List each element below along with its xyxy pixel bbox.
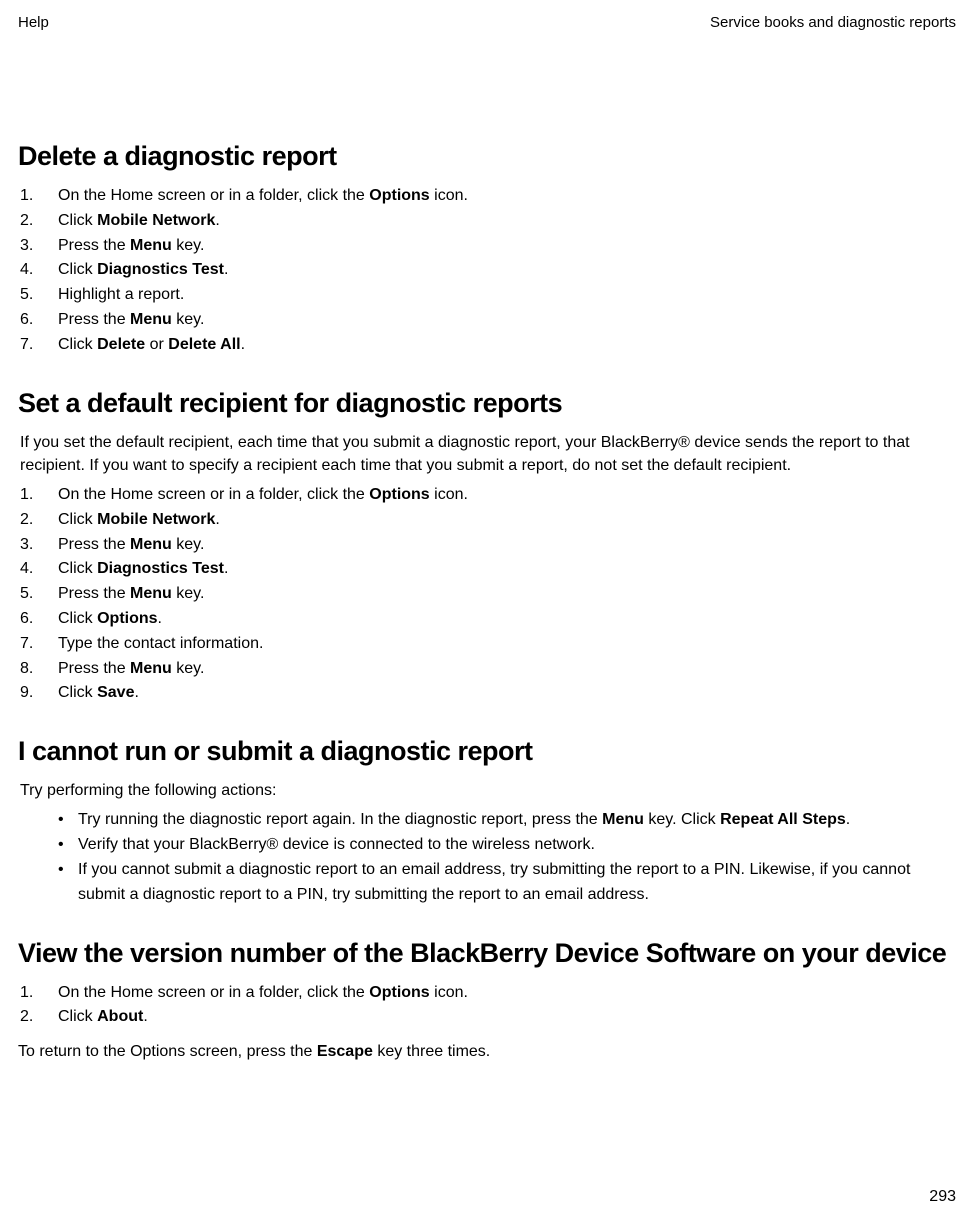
- list-item: Press the Menu key.: [18, 234, 956, 259]
- list-item: Click Diagnostics Test.: [18, 557, 956, 582]
- list-item: Press the Menu key.: [18, 308, 956, 333]
- list-item: Click Save.: [18, 681, 956, 706]
- section-cannot-run: I cannot run or submit a diagnostic repo…: [18, 736, 956, 907]
- heading-delete: Delete a diagnostic report: [18, 141, 956, 172]
- list-item: Verify that your BlackBerry® device is c…: [18, 833, 956, 858]
- header-right: Service books and diagnostic reports: [710, 14, 956, 31]
- list-item: Press the Menu key.: [18, 533, 956, 558]
- intro-cannot: Try performing the following actions:: [20, 779, 956, 802]
- list-item: Click Mobile Network.: [18, 209, 956, 234]
- list-item: Press the Menu key.: [18, 657, 956, 682]
- heading-version: View the version number of the BlackBerr…: [18, 938, 956, 969]
- steps-delete: On the Home screen or in a folder, click…: [18, 184, 956, 358]
- steps-recipient: On the Home screen or in a folder, click…: [18, 483, 956, 706]
- steps-version: On the Home screen or in a folder, click…: [18, 981, 956, 1031]
- section-delete-report: Delete a diagnostic report On the Home s…: [18, 141, 956, 358]
- tail-version: To return to the Options screen, press t…: [18, 1040, 956, 1063]
- list-item: Click Mobile Network.: [18, 508, 956, 533]
- section-default-recipient: Set a default recipient for diagnostic r…: [18, 388, 956, 707]
- list-item: On the Home screen or in a folder, click…: [18, 483, 956, 508]
- list-item: Type the contact information.: [18, 632, 956, 657]
- list-item: Click About.: [18, 1005, 956, 1030]
- intro-recipient: If you set the default recipient, each t…: [20, 431, 956, 477]
- list-item: Press the Menu key.: [18, 582, 956, 607]
- list-item: Try running the diagnostic report again.…: [18, 808, 956, 833]
- page-number: 293: [929, 1188, 956, 1206]
- heading-recipient: Set a default recipient for diagnostic r…: [18, 388, 956, 419]
- list-item: Click Delete or Delete All.: [18, 333, 956, 358]
- page-header: Help Service books and diagnostic report…: [18, 14, 956, 31]
- list-item: On the Home screen or in a folder, click…: [18, 184, 956, 209]
- list-item: Click Options.: [18, 607, 956, 632]
- heading-cannot: I cannot run or submit a diagnostic repo…: [18, 736, 956, 767]
- list-item: Click Diagnostics Test.: [18, 258, 956, 283]
- list-item: On the Home screen or in a folder, click…: [18, 981, 956, 1006]
- bullets-cannot: Try running the diagnostic report again.…: [18, 808, 956, 907]
- header-left: Help: [18, 14, 49, 31]
- list-item: If you cannot submit a diagnostic report…: [18, 858, 956, 908]
- section-view-version: View the version number of the BlackBerr…: [18, 938, 956, 1064]
- list-item: Highlight a report.: [18, 283, 956, 308]
